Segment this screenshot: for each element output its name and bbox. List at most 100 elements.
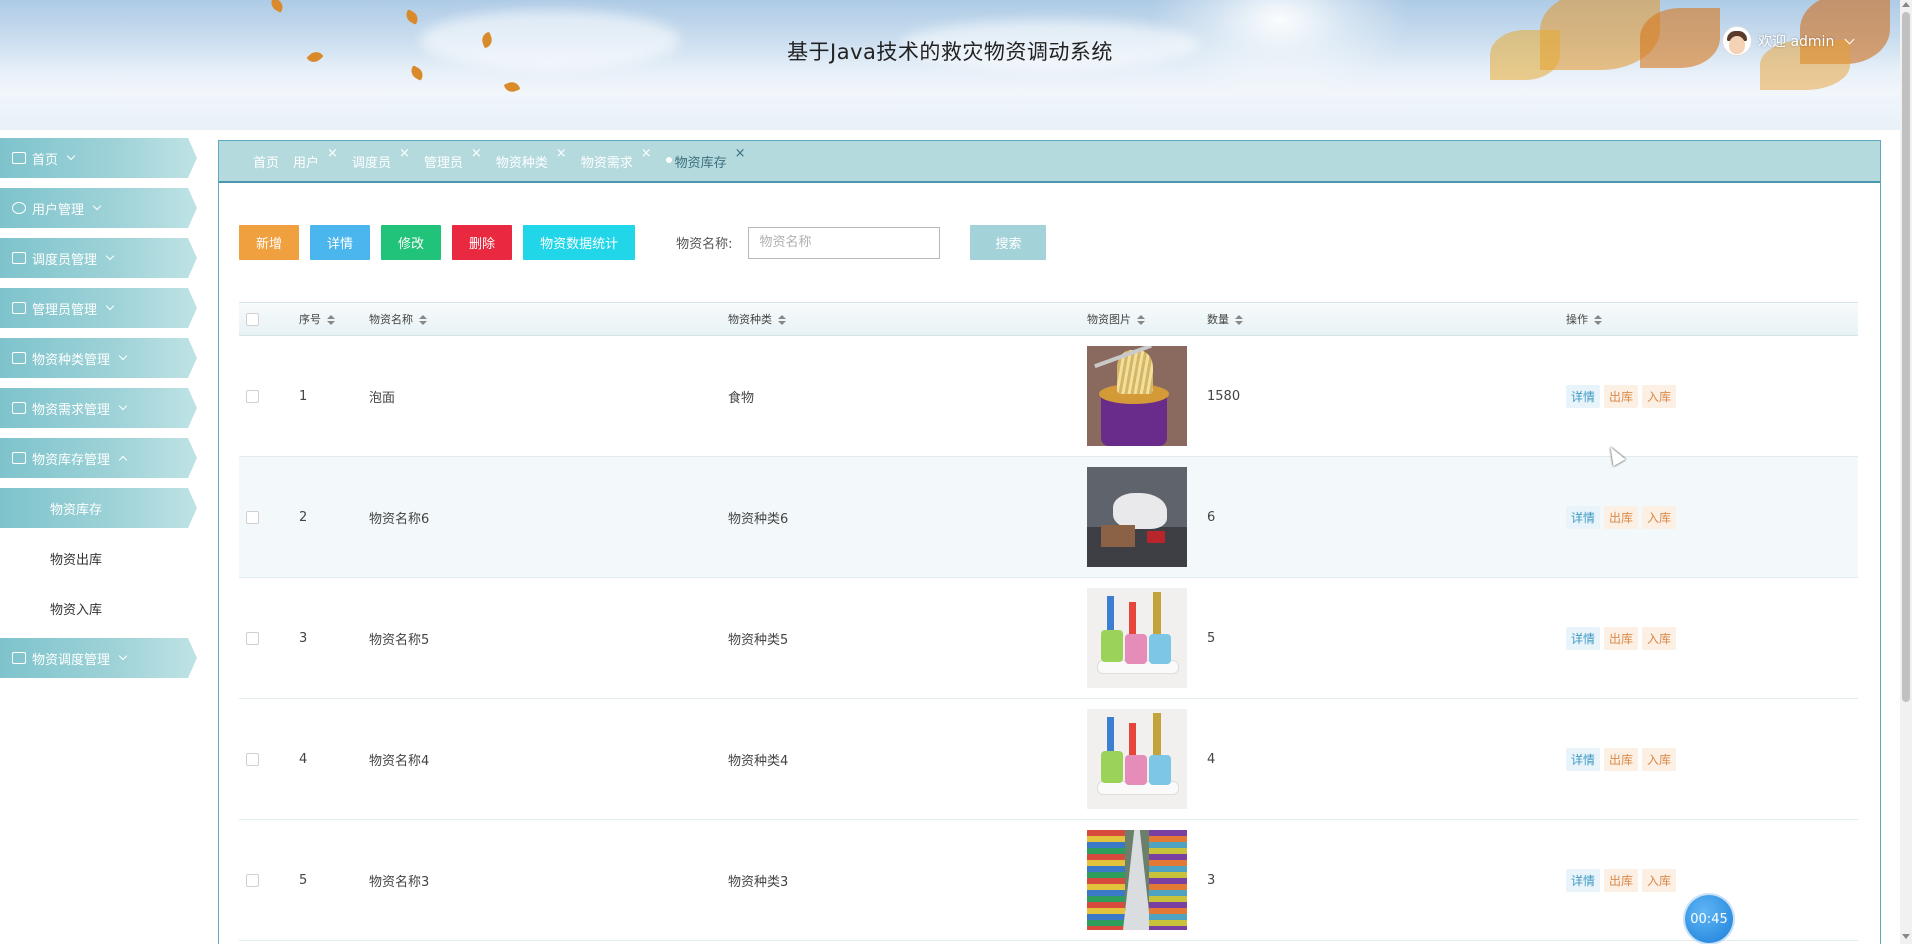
bag-image[interactable] <box>1087 467 1187 567</box>
cups-image[interactable] <box>1087 709 1187 809</box>
sidebar-subitem-inbound[interactable]: 物资入库 <box>0 588 197 628</box>
add-button[interactable]: 新增 <box>239 225 300 260</box>
page-scrollbar[interactable] <box>1900 0 1912 944</box>
sidebar-item-material-inventory-management[interactable]: 物资库存管理 <box>0 438 197 478</box>
search-button[interactable]: 搜索 <box>970 225 1047 260</box>
row-detail-button[interactable]: 详情 <box>1566 626 1601 650</box>
avatar[interactable] <box>1722 26 1752 56</box>
sort-icon[interactable] <box>1235 315 1243 325</box>
row-detail-button[interactable]: 详情 <box>1566 868 1601 892</box>
chevron-down-icon <box>105 301 115 311</box>
row-detail-button[interactable]: 详情 <box>1566 747 1601 771</box>
row-outbound-button[interactable]: 出库 <box>1604 384 1639 408</box>
row-name: 物资名称6 <box>369 511 430 527</box>
sidebar-item-material-dispatch-management[interactable]: 物资调度管理 <box>0 638 197 678</box>
sidebar-item-material-type-management[interactable]: 物资种类管理 <box>0 338 197 378</box>
column-header-index[interactable]: 序号 <box>299 311 369 327</box>
row-checkbox[interactable] <box>246 389 259 403</box>
row-outbound-button[interactable]: 出库 <box>1604 868 1639 892</box>
user-icon <box>12 202 26 214</box>
column-header-actions[interactable]: 操作 <box>1566 311 1858 327</box>
row-inbound-button[interactable]: 入库 <box>1642 505 1677 529</box>
row-type: 物资种类3 <box>728 874 789 890</box>
instant-noodle-image[interactable] <box>1087 346 1187 446</box>
row-checkbox[interactable] <box>246 752 259 766</box>
row-checkbox[interactable] <box>246 510 259 524</box>
sidebar-item-admin-management[interactable]: 管理员管理 <box>0 288 197 328</box>
row-index: 2 <box>299 509 308 525</box>
row-outbound-button[interactable]: 出库 <box>1604 626 1639 650</box>
row-inbound-button[interactable]: 入库 <box>1642 868 1677 892</box>
scroll-down-icon[interactable] <box>1902 934 1910 939</box>
row-inbound-button[interactable]: 入库 <box>1642 747 1677 771</box>
welcome-text[interactable]: 欢迎 admin <box>1758 31 1834 51</box>
sort-icon[interactable] <box>1594 315 1602 325</box>
scroll-up-icon[interactable] <box>1902 2 1910 7</box>
user-menu[interactable]: 欢迎 admin <box>1722 26 1855 56</box>
row-checkbox[interactable] <box>246 631 259 645</box>
row-index: 4 <box>299 751 308 767</box>
row-inbound-button[interactable]: 入库 <box>1642 626 1677 650</box>
sidebar-item-home[interactable]: 首页 <box>0 138 197 178</box>
tab-admin[interactable]: 管理员 × <box>424 146 482 171</box>
table-row[interactable]: 4 物资名称4 物资种类4 4 详情 出库 入库 <box>239 699 1858 820</box>
row-quantity: 4 <box>1207 751 1216 767</box>
tab-dispatcher[interactable]: 调度员 × <box>352 146 410 171</box>
close-icon[interactable]: × <box>735 146 746 161</box>
delete-button[interactable]: 删除 <box>452 225 513 260</box>
detail-button[interactable]: 详情 <box>310 225 371 260</box>
row-type: 物资种类6 <box>728 511 789 527</box>
table-row[interactable]: 1 泡面 食物 1580 详情 出库 入库 <box>239 336 1858 457</box>
search-input[interactable] <box>748 226 941 259</box>
close-icon[interactable]: × <box>399 146 410 161</box>
column-header-quantity[interactable]: 数量 <box>1207 311 1566 327</box>
cups-image[interactable] <box>1087 588 1187 688</box>
close-icon[interactable]: × <box>471 146 482 161</box>
row-detail-button[interactable]: 详情 <box>1566 384 1601 408</box>
timer-badge[interactable]: 00:45 <box>1685 895 1733 943</box>
sidebar-item-dispatcher-management[interactable]: 调度员管理 <box>0 238 197 278</box>
store-aisle-image[interactable] <box>1087 830 1187 930</box>
sort-icon[interactable] <box>419 315 427 325</box>
column-header-image[interactable]: 物资图片 <box>1087 311 1207 327</box>
row-detail-button[interactable]: 详情 <box>1566 505 1601 529</box>
tab-material-inventory[interactable]: 物资库存 × <box>665 146 746 171</box>
close-icon[interactable]: × <box>556 146 567 161</box>
row-inbound-button[interactable]: 入库 <box>1642 384 1677 408</box>
sidebar-item-user-management[interactable]: 用户管理 <box>0 188 197 228</box>
chevron-down-icon[interactable] <box>1844 34 1855 44</box>
leaf-decoration <box>408 65 426 81</box>
tab-user[interactable]: 用户 × <box>293 146 338 171</box>
scroll-thumb[interactable] <box>1902 12 1910 702</box>
sort-icon[interactable] <box>327 315 335 325</box>
sidebar-subitem-inventory[interactable]: 物资库存 <box>0 488 197 528</box>
stats-button[interactable]: 物资数据统计 <box>523 225 636 260</box>
tab-material-type[interactable]: 物资种类 × <box>496 146 567 171</box>
close-icon[interactable]: × <box>641 146 652 161</box>
column-header-type[interactable]: 物资种类 <box>728 311 1087 327</box>
sidebar-item-material-demand-management[interactable]: 物资需求管理 <box>0 388 197 428</box>
column-header-name[interactable]: 物资名称 <box>369 311 728 327</box>
tab-home[interactable]: 首页 <box>253 152 279 171</box>
table-row[interactable]: 2 物资名称6 物资种类6 6 详情 出库 入库 <box>239 457 1858 578</box>
search-label: 物资名称: <box>676 237 733 252</box>
chevron-down-icon <box>105 251 115 261</box>
row-outbound-button[interactable]: 出库 <box>1604 747 1639 771</box>
sort-icon[interactable] <box>1137 315 1145 325</box>
sidebar-item-label: 管理员管理 <box>32 302 98 318</box>
active-dot-icon <box>665 156 672 163</box>
table-row[interactable]: 5 物资名称3 物资种类3 3 详情 出库 入库 <box>239 820 1858 941</box>
close-icon[interactable]: × <box>327 146 338 161</box>
tab-label: 物资库存 <box>674 155 727 171</box>
table-row[interactable]: 3 物资名称5 物资种类5 5 详情 出库 入库 <box>239 578 1858 699</box>
sidebar-subitem-outbound[interactable]: 物资出库 <box>0 538 197 578</box>
sidebar: 首页 用户管理 调度员管理 管理员管理 物资种类管理 物资需求管理 物资库存管理… <box>0 138 200 688</box>
row-outbound-button[interactable]: 出库 <box>1604 505 1639 529</box>
sidebar-subitem-label: 物资出库 <box>50 552 103 568</box>
tab-material-demand[interactable]: 物资需求 × <box>581 146 652 171</box>
row-checkbox[interactable] <box>246 873 259 887</box>
sort-icon[interactable] <box>778 315 786 325</box>
edit-button[interactable]: 修改 <box>381 225 442 260</box>
header-subbar <box>0 93 1900 130</box>
select-all-checkbox[interactable] <box>246 312 259 326</box>
